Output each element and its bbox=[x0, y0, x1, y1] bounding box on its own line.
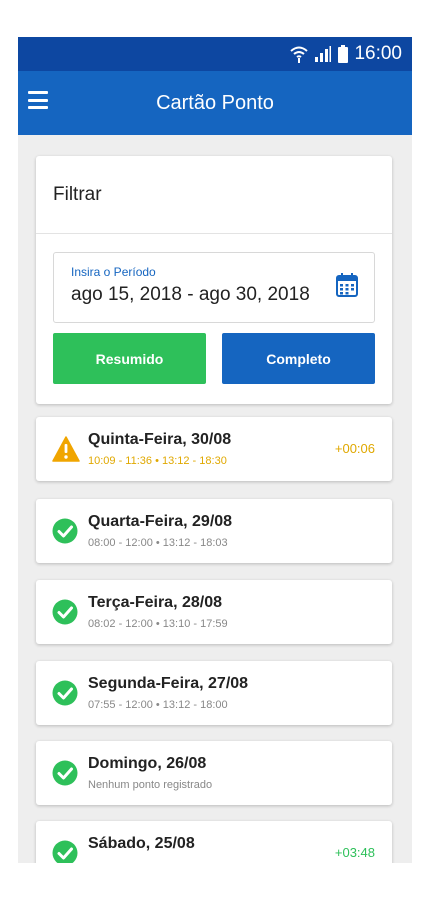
warning-triangle-icon bbox=[52, 436, 80, 462]
status-time: 16:00 bbox=[354, 43, 402, 64]
day-title: Terça-Feira, 28/08 bbox=[88, 594, 223, 611]
completo-button[interactable]: Completo bbox=[222, 333, 375, 384]
period-label: Insira o Período bbox=[71, 265, 156, 279]
day-card[interactable]: Domingo, 26/08 Nenhum ponto registrado bbox=[36, 741, 392, 805]
calendar-icon[interactable] bbox=[336, 273, 358, 302]
day-times: 08:00 - 12:00 • 13:12 - 18:03 bbox=[88, 537, 228, 549]
check-circle-icon bbox=[52, 760, 78, 786]
battery-icon bbox=[338, 45, 349, 63]
page-title: Cartão Ponto bbox=[156, 91, 274, 114]
period-field[interactable]: Insira o Período ago 15, 2018 - ago 30, … bbox=[53, 252, 375, 323]
day-times: Nenhum ponto registrado bbox=[88, 779, 213, 791]
hamburger-icon[interactable] bbox=[28, 91, 48, 109]
status-bar: 16:00 bbox=[18, 37, 412, 71]
check-circle-icon bbox=[52, 840, 78, 863]
day-card[interactable]: Terça-Feira, 28/08 08:02 - 12:00 • 13:10… bbox=[36, 580, 392, 644]
check-circle-icon bbox=[52, 680, 78, 706]
wifi-icon bbox=[290, 45, 309, 63]
signal-icon bbox=[314, 46, 332, 62]
app-bar: Cartão Ponto bbox=[18, 71, 412, 135]
day-times: 07:55 - 12:00 • 13:12 - 18:00 bbox=[88, 699, 228, 711]
day-balance: +03:48 bbox=[334, 845, 375, 860]
resumido-button[interactable]: Resumido bbox=[53, 333, 206, 384]
day-title: Quinta-Feira, 30/08 bbox=[88, 431, 232, 448]
day-title: Quarta-Feira, 29/08 bbox=[88, 513, 233, 530]
check-circle-icon bbox=[52, 599, 78, 625]
period-value: ago 15, 2018 - ago 30, 2018 bbox=[71, 284, 310, 305]
day-balance: +00:06 bbox=[334, 441, 375, 456]
day-title: Domingo, 26/08 bbox=[88, 755, 207, 772]
day-card[interactable]: Sábado, 25/08 +03:48 bbox=[36, 821, 392, 863]
day-card[interactable]: Quarta-Feira, 29/08 08:00 - 12:00 • 13:1… bbox=[36, 499, 392, 563]
day-card[interactable]: Quinta-Feira, 30/08 10:09 - 11:36 • 13:1… bbox=[36, 417, 392, 481]
day-times: 10:09 - 11:36 • 13:12 - 18:30 bbox=[88, 455, 227, 467]
day-title: Segunda-Feira, 27/08 bbox=[88, 675, 249, 692]
check-circle-icon bbox=[52, 518, 78, 544]
day-title: Sábado, 25/08 bbox=[88, 835, 195, 852]
filter-heading: Filtrar bbox=[36, 156, 392, 234]
phone-screen: 16:00 Cartão Ponto Filtrar Insira o Perí… bbox=[18, 37, 412, 863]
day-card[interactable]: Segunda-Feira, 27/08 07:55 - 12:00 • 13:… bbox=[36, 661, 392, 725]
filter-card: Filtrar Insira o Período ago 15, 2018 - … bbox=[36, 156, 392, 404]
day-times: 08:02 - 12:00 • 13:10 - 17:59 bbox=[88, 618, 228, 630]
